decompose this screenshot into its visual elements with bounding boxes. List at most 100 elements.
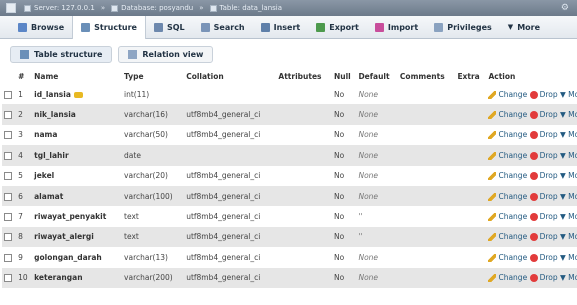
row-number: 2 [18,110,23,120]
chevron-down-icon: ▼ [560,130,569,140]
change-button[interactable]: Change [488,253,527,262]
row-checkbox[interactable] [4,253,12,262]
more-button[interactable]: ▼ Mor [560,110,577,119]
change-button[interactable]: Change [488,273,527,283]
row-checkbox[interactable] [4,172,12,181]
more-button[interactable]: ▼ Mor [560,232,577,241]
row-checkbox[interactable] [4,111,12,120]
privileges-icon [434,22,444,32]
change-button[interactable]: Change [488,110,527,120]
breadcrumb-database[interactable]: Database: posyandu [121,4,193,12]
more-button[interactable]: ▼ Mor [560,151,577,160]
column-extra-cell [455,145,487,166]
drop-button[interactable]: Drop [529,191,558,201]
column-default: None [358,252,379,262]
subtab-label: Table structure [34,49,103,59]
header-comments: Comments [397,69,456,84]
row-checkbox[interactable] [4,274,12,283]
drop-button[interactable]: Drop [529,130,558,140]
column-comments-cell [397,124,456,146]
drop-button[interactable]: Drop [529,253,558,262]
column-comments-cell [397,84,456,105]
drop-icon [529,111,538,120]
column-name: riwayat_alergi [34,232,94,242]
column-default: '' [358,212,363,222]
row-checkbox[interactable] [4,131,12,140]
import-icon [374,22,384,32]
change-button[interactable]: Change [488,130,527,140]
chevron-down-icon: ▼ [560,212,569,222]
change-button[interactable]: Change [488,151,527,160]
more-button[interactable]: ▼ Mor [560,273,577,282]
column-attributes-cell [276,185,332,207]
more-button[interactable]: ▼ Mor [560,90,577,99]
structure-icon [20,49,29,59]
subtab-table-structure[interactable]: Table structure [10,45,113,63]
row-checkbox[interactable] [4,90,12,99]
column-collation: utf8mb4_general_ci [186,130,261,140]
drop-label: Drop [539,89,558,99]
header-default: Default [356,69,398,84]
drop-button[interactable]: Drop [529,171,558,181]
header-collation: Collation [184,69,277,84]
change-button[interactable]: Change [488,171,527,181]
more-button[interactable]: ▼ Mor [560,192,577,201]
breadcrumb-table[interactable]: Table: data_lansia [220,4,283,12]
more-button[interactable]: ▼ Mor [560,171,577,180]
drop-button[interactable]: Drop [529,89,558,99]
tab-export[interactable]: Export [308,16,367,38]
more-button[interactable]: ▼ Mor [560,253,577,262]
column-default-cell: None [356,165,398,186]
gear-icon[interactable]: ⚙ [561,3,569,13]
tab-label: More [517,22,541,32]
collapse-button[interactable] [6,3,16,13]
row-checkbox[interactable] [4,213,12,222]
tab-search[interactable]: Search [193,16,253,38]
row-number-cell: 6 [16,185,33,207]
column-default: None [358,110,379,120]
more-button[interactable]: ▼ Mor [560,212,577,221]
column-type: varchar(13) [124,252,168,262]
column-null: No [333,212,345,222]
row-checkbox-cell [2,165,17,186]
drop-button[interactable]: Drop [529,151,558,160]
header-checkbox [2,69,17,84]
column-collation-cell: utf8mb4_general_ci [184,226,277,248]
tab-insert[interactable]: Insert [253,16,309,38]
row-checkbox[interactable] [4,192,12,201]
more-label: Mor [568,89,577,99]
drop-button[interactable]: Drop [529,273,558,283]
drop-button[interactable]: Drop [529,212,558,222]
header-action: Action [486,69,577,84]
drop-label: Drop [539,130,558,140]
more-label: Mor [568,273,577,283]
row-checkbox[interactable] [4,151,12,160]
tab-import[interactable]: Import [367,16,426,38]
drop-button[interactable]: Drop [529,110,558,120]
tab-browse[interactable]: Browse [10,16,72,38]
change-button[interactable]: Change [488,90,527,99]
tab-more[interactable]: ▼ More [500,16,548,38]
change-button[interactable]: Change [488,192,527,201]
tab-structure[interactable]: Structure [72,16,146,39]
row-actions: Change Drop ▼ Mor [486,206,577,227]
breadcrumb-server[interactable]: Server: 127.0.0.1 [34,4,95,12]
tab-privileges[interactable]: Privileges [426,16,500,38]
change-button[interactable]: Change [488,232,527,242]
row-number: 4 [18,150,23,160]
column-default: None [358,150,379,160]
more-button[interactable]: ▼ Mor [560,130,577,139]
more-label: Mor [568,130,577,140]
drop-label: Drop [539,191,558,201]
column-default-cell: '' [356,206,398,227]
row-checkbox[interactable] [4,233,12,242]
column-default: None [358,273,379,283]
subtab-relation-view[interactable]: Relation view [118,45,214,63]
column-name-cell: riwayat_alergi [32,226,123,248]
column-collation-cell: utf8mb4_general_ci [184,185,277,207]
tab-sql[interactable]: SQL [146,16,193,38]
column-collation-cell: utf8mb4_general_ci [184,165,277,186]
change-button[interactable]: Change [488,212,527,222]
drop-button[interactable]: Drop [529,232,558,242]
column-null-cell: No [331,84,357,105]
